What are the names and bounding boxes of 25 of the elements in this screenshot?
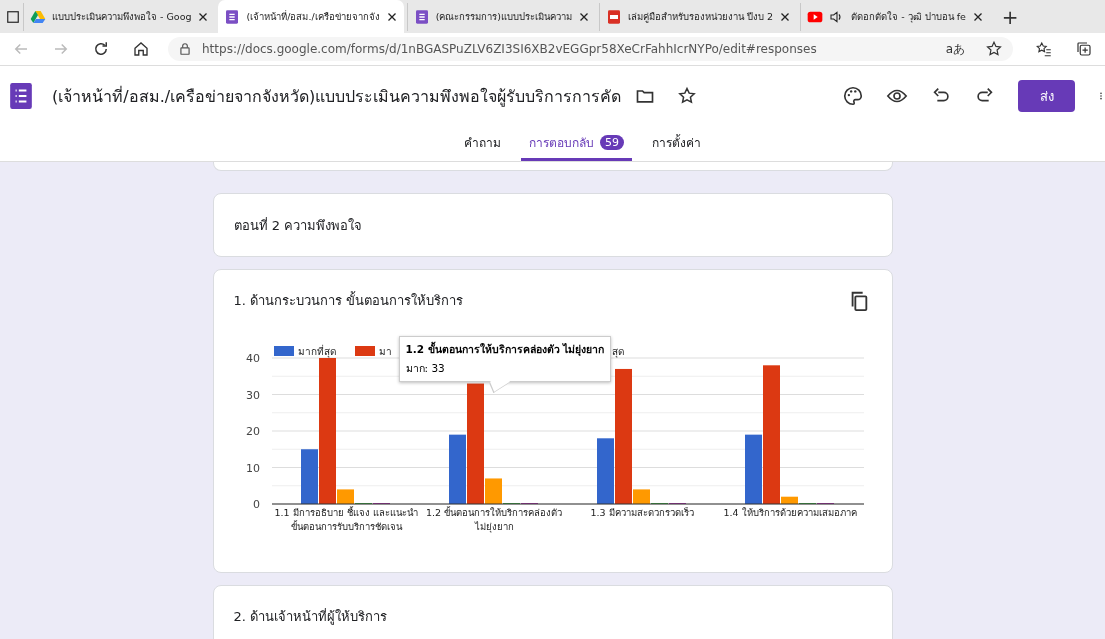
x-axis-label: 1.3 มีความสะดวกรวดเร็ว [588, 506, 695, 520]
y-axis-label: 0 [252, 498, 260, 511]
legend-label: มา [378, 346, 392, 357]
tab-title: (คณะกรรมการ)แบบประเมินความ [435, 10, 573, 24]
form-title: (เจ้าหน้าที่/อสม./เครือข่ายจากจังหวัด)แบบประเมินความพึงพอใจผู้รับบริการการคัด [52, 85, 622, 109]
legend-label: สุด [611, 346, 624, 357]
x-axis-label: 1.1 มีการอธิบาย ชี้แจง และแนะนำขั้นตอนการรับบริการชัดเจน [273, 506, 418, 534]
tooltip-title: 1.2 ขั้นตอนการให้บริการคล่องตัว ไม่ยุ่งยาก [405, 341, 605, 358]
tooltip-value: มาก: 33 [405, 361, 446, 376]
question-title: 2. ด้านเจ้าหน้าที่ผู้ให้บริการ [233, 607, 388, 627]
legend-label: มากที่สุด [297, 346, 336, 357]
tab-title: ตัดอกตัดใจ - วุฒิ ปาบอน fe [851, 10, 966, 24]
y-axis-label: 10 [245, 461, 260, 475]
count-badge: 59 [600, 134, 624, 150]
y-axis-label: 20 [245, 425, 260, 438]
y-axis-label: 40 [245, 352, 260, 365]
y-axis-label: 30 [245, 388, 260, 402]
tab-title: แบบประเมินความพึงพอใจ - Goog [52, 10, 192, 24]
tab-title: เล่มคู่มือสำหรับรองหน่วยงาน ปีงบ 2 [628, 10, 774, 24]
x-axis-label: 1.2 ขั้นตอนการให้บริการคล่องตัว ไม่ยุ่งยาก [424, 506, 563, 534]
x-axis-label: 1.4 ให้บริการด้วยความเสมอภาค [721, 506, 858, 520]
url-text: https://docs.google.com/forms/d/1nBGASPuZLV6ZI3SI6XB2vEGGpr58XeCrFahhIcrNYPo/edit#responses [202, 42, 817, 56]
tab-title: (เจ้าหน้าที่/อสม./เครือข่ายจากจัง [246, 9, 380, 24]
section-title: ตอนที่ 2 ความพึงพอใจ [232, 216, 363, 235]
question-title: 1. ด้านกระบวนการ ขั้นตอนการให้บริการ [233, 290, 464, 310]
